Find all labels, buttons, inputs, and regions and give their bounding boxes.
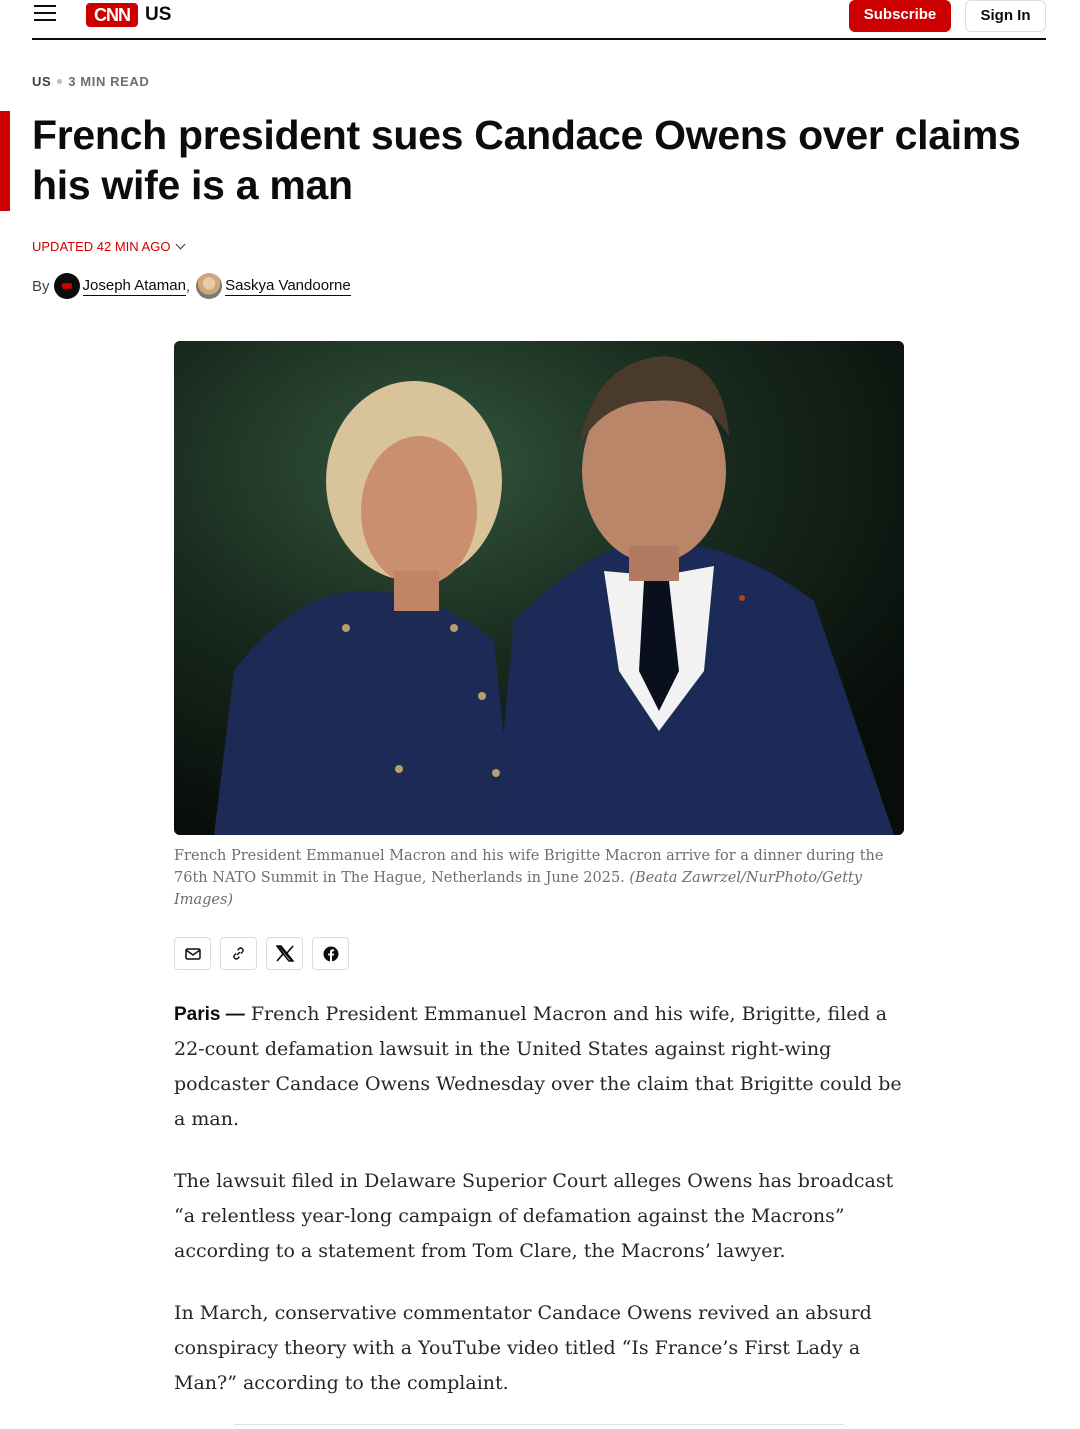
- cnn-logo[interactable]: CNN: [86, 3, 138, 27]
- article-headline: French president sues Candace Owens over…: [32, 112, 1021, 208]
- paragraph-text: French President Emmanuel Macron and his…: [174, 1003, 902, 1130]
- dateline: Paris —: [174, 1004, 245, 1025]
- share-bar: [174, 937, 349, 970]
- by-label: By: [32, 277, 50, 295]
- updated-timestamp-toggle[interactable]: UPDATED 42 MIN AGO: [32, 239, 186, 254]
- edition-label[interactable]: US: [145, 4, 171, 26]
- article-lead-image[interactable]: [174, 341, 904, 835]
- chevron-down-icon: [176, 239, 186, 250]
- x-icon: [275, 945, 294, 962]
- section-link[interactable]: US: [32, 74, 51, 89]
- share-facebook-button[interactable]: [312, 937, 349, 970]
- email-icon: [184, 947, 201, 960]
- author-link[interactable]: Saskya Vandoorne: [225, 277, 351, 296]
- article-body: Paris — French President Emmanuel Macron…: [174, 997, 904, 1428]
- read-time: 3 MIN READ: [68, 74, 150, 89]
- headline-accent-bar: [0, 111, 10, 211]
- article-paragraph: In March, conservative commentator Canda…: [174, 1302, 872, 1394]
- author-link[interactable]: Joseph Ataman: [82, 277, 186, 296]
- facebook-icon: [323, 946, 338, 962]
- article-meta: US 3 MIN READ: [32, 74, 149, 89]
- subscribe-button[interactable]: Subscribe: [849, 0, 951, 32]
- sign-in-button[interactable]: Sign In: [965, 0, 1046, 32]
- image-caption: French President Emmanuel Macron and his…: [174, 845, 904, 911]
- hamburger-menu-icon[interactable]: [34, 5, 56, 23]
- author-avatar: [196, 273, 223, 299]
- photo-illustration: [174, 341, 904, 835]
- copy-link-button[interactable]: [220, 937, 257, 970]
- share-x-button[interactable]: [266, 937, 303, 970]
- byline: By Joseph Ataman, Saskya Vandoorne: [32, 272, 351, 300]
- author-avatar: [53, 273, 80, 299]
- share-email-button[interactable]: [174, 937, 211, 970]
- article-paragraph: The lawsuit filed in Delaware Superior C…: [174, 1170, 894, 1262]
- link-icon: [233, 947, 244, 960]
- article-paragraph: Paris — French President Emmanuel Macron…: [174, 997, 904, 1137]
- site-header: CNN US Subscribe Sign In: [32, 0, 1046, 40]
- updated-timestamp: UPDATED 42 MIN AGO: [32, 239, 171, 254]
- author-separator: ,: [185, 277, 191, 295]
- divider: [234, 1424, 844, 1425]
- separator-dot: [57, 79, 63, 85]
